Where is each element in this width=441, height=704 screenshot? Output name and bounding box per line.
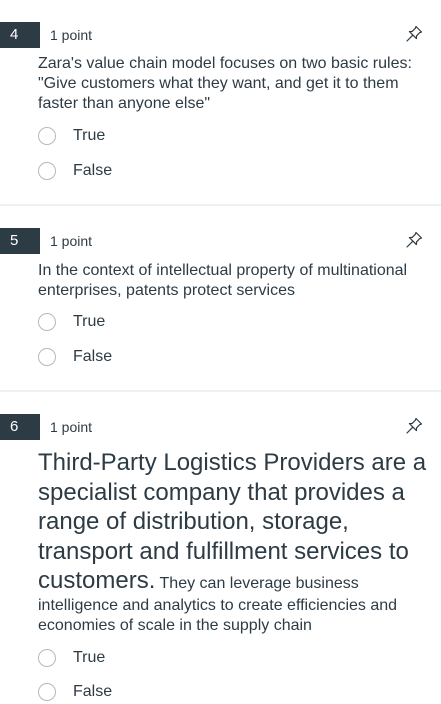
answer-label: True bbox=[73, 649, 106, 666]
radio-button[interactable] bbox=[38, 162, 56, 180]
pin-icon[interactable] bbox=[405, 25, 423, 43]
radio-button[interactable] bbox=[38, 649, 56, 667]
quiz-page: 4 1 point Zara's value chain model focus… bbox=[0, 0, 441, 701]
answer-option-true[interactable]: True bbox=[38, 646, 105, 670]
question-points: 1 point bbox=[50, 233, 93, 249]
answer-option-false[interactable]: False bbox=[38, 345, 112, 369]
answer-label: False bbox=[73, 683, 113, 700]
question-text: Zara's value chain model focuses on two … bbox=[38, 55, 412, 112]
question-4: 4 1 point Zara's value chain model focus… bbox=[0, 0, 441, 204]
question-points: 1 point bbox=[50, 27, 93, 43]
answer-label: True bbox=[73, 313, 106, 330]
radio-button[interactable] bbox=[38, 127, 56, 145]
answer-option-true[interactable]: True bbox=[38, 124, 105, 148]
answer-option-false[interactable]: False bbox=[38, 680, 112, 704]
question-text-large: Third-Party Logistics Providers are a sp… bbox=[38, 449, 427, 594]
radio-button[interactable] bbox=[38, 683, 56, 701]
answer-option-true[interactable]: True bbox=[38, 310, 105, 334]
question-number-badge: 4 bbox=[0, 22, 40, 48]
answer-option-false[interactable]: False bbox=[38, 159, 112, 183]
answer-label: True bbox=[73, 127, 106, 144]
question-text: In the context of intellectual property … bbox=[38, 262, 408, 299]
question-points: 1 point bbox=[50, 419, 93, 435]
question-number-badge: 6 bbox=[0, 414, 40, 440]
question-5: 5 1 point In the context of intellectual… bbox=[0, 206, 441, 390]
radio-button[interactable] bbox=[38, 348, 56, 366]
radio-button[interactable] bbox=[38, 313, 56, 331]
question-6: 6 1 point Third-Party Logistics Provider… bbox=[0, 392, 441, 701]
question-text: Third-Party Logistics Providers are a sp… bbox=[38, 448, 430, 636]
pin-icon[interactable] bbox=[405, 231, 423, 249]
question-number-badge: 5 bbox=[0, 228, 40, 254]
answer-label: False bbox=[73, 348, 113, 365]
pin-icon[interactable] bbox=[405, 417, 423, 435]
answer-label: False bbox=[73, 162, 113, 179]
